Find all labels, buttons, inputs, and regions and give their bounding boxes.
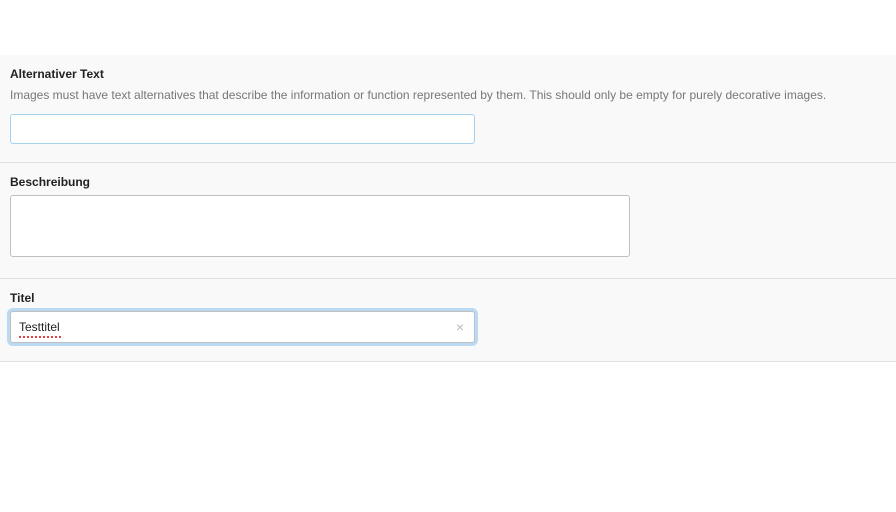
description-label: Beschreibung	[10, 175, 886, 189]
top-spacer	[0, 0, 896, 55]
alt-text-section: Alternativer Text Images must have text …	[0, 55, 896, 162]
title-label: Titel	[10, 291, 886, 305]
alt-text-help: Images must have text alternatives that …	[10, 87, 886, 104]
alt-text-input[interactable]	[10, 114, 475, 144]
title-input[interactable]	[11, 312, 474, 342]
title-input-wrapper: ×	[10, 311, 475, 343]
clear-icon[interactable]: ×	[456, 320, 464, 334]
alt-text-label: Alternativer Text	[10, 67, 886, 81]
title-section: Titel ×	[0, 278, 896, 361]
description-section: Beschreibung	[0, 162, 896, 278]
section-divider	[0, 361, 896, 362]
description-input[interactable]	[10, 195, 630, 257]
